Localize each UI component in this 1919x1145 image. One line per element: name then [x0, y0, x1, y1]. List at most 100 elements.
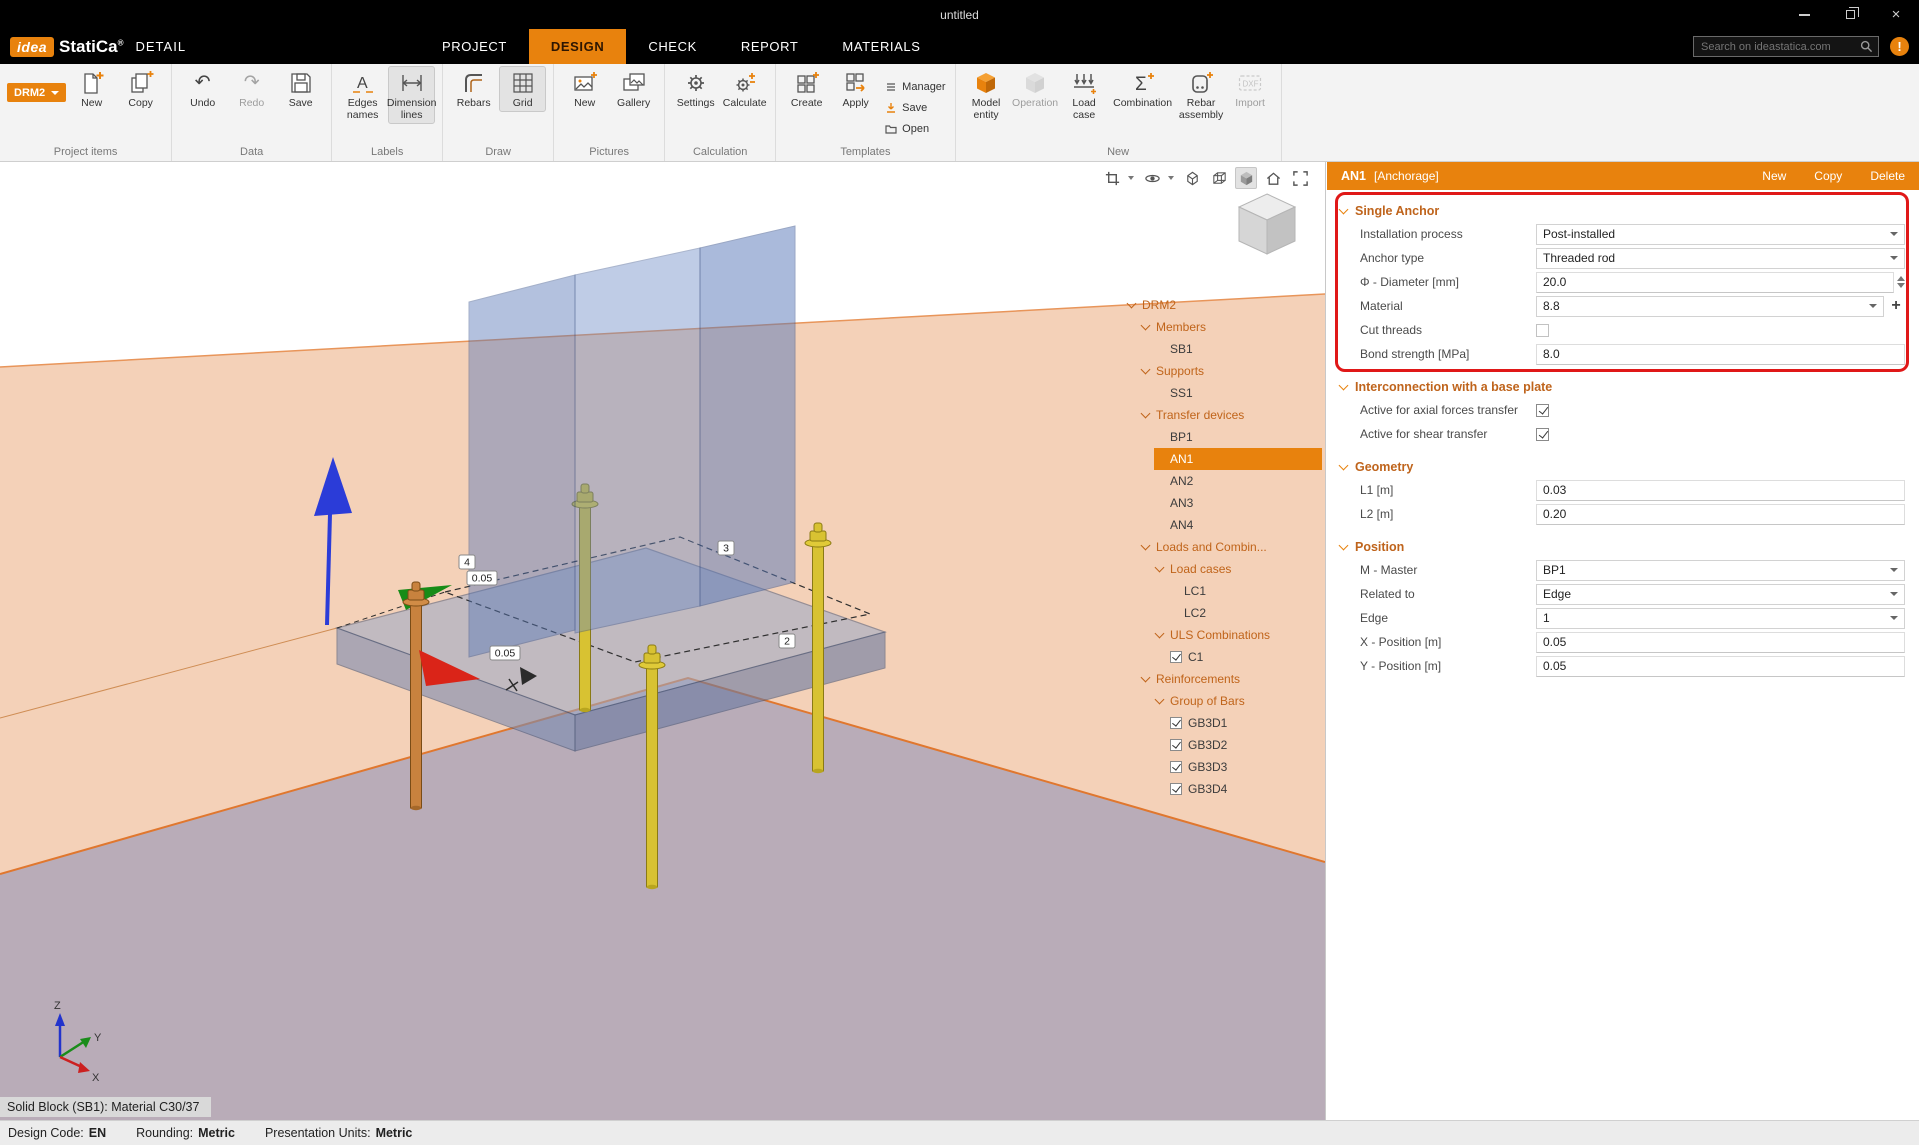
- combination-button[interactable]: Σ Combination: [1110, 66, 1176, 112]
- section-geometry[interactable]: Geometry: [1327, 456, 1919, 478]
- related-to-dropdown[interactable]: Edge: [1536, 584, 1905, 605]
- template-manager-button[interactable]: Manager: [885, 78, 945, 95]
- home-view-button[interactable]: [1262, 167, 1284, 189]
- x-position-input[interactable]: [1536, 632, 1905, 653]
- tree-item-gb3d2[interactable]: GB3D2: [1126, 734, 1322, 756]
- wireframe-view-button[interactable]: [1208, 167, 1230, 189]
- diameter-input[interactable]: [1536, 272, 1894, 293]
- grid-button[interactable]: Grid: [499, 66, 546, 112]
- tree-item-gb3d4[interactable]: GB3D4: [1126, 778, 1322, 800]
- undo-button[interactable]: ↶ Undo: [179, 66, 226, 112]
- template-save-button[interactable]: Save: [885, 99, 945, 116]
- create-template-button[interactable]: Create: [783, 66, 830, 112]
- tree-item-an1-selected[interactable]: AN1: [1154, 448, 1322, 470]
- tree-item-bp1[interactable]: BP1: [1126, 426, 1322, 448]
- tree-item-gb3d3[interactable]: GB3D3: [1126, 756, 1322, 778]
- y-position-input[interactable]: [1536, 656, 1905, 677]
- diameter-spinner[interactable]: [1897, 276, 1905, 288]
- axial-transfer-checkbox[interactable]: [1536, 404, 1549, 417]
- tree-item-lc1[interactable]: LC1: [1126, 580, 1322, 602]
- redo-button[interactable]: ↷ Redo: [228, 66, 275, 112]
- tree-item-group-of-bars[interactable]: Group of Bars: [1126, 690, 1322, 712]
- zoom-fit-button[interactable]: [1289, 167, 1311, 189]
- settings-button[interactable]: Settings: [672, 66, 719, 112]
- steel-column[interactable]: [469, 226, 795, 657]
- copy-project-item-button[interactable]: Copy: [117, 66, 164, 112]
- calculate-button[interactable]: Calculate: [721, 66, 768, 112]
- chevron-down-icon[interactable]: [1128, 176, 1134, 180]
- edges-names-button[interactable]: A Edges names: [339, 66, 386, 124]
- tree-item-c1[interactable]: C1: [1126, 646, 1322, 668]
- installation-process-dropdown[interactable]: Post-installed: [1536, 224, 1905, 245]
- template-open-button[interactable]: Open: [885, 120, 945, 137]
- tree-item-lc2[interactable]: LC2: [1126, 602, 1322, 624]
- close-button[interactable]: ×: [1873, 0, 1919, 29]
- l2-input[interactable]: [1536, 504, 1905, 525]
- chevron-down-icon[interactable]: [1168, 176, 1174, 180]
- tree-item-members[interactable]: Members: [1126, 316, 1322, 338]
- add-material-button[interactable]: +: [1887, 297, 1905, 315]
- section-position[interactable]: Position: [1327, 536, 1919, 558]
- tree-item-ss1[interactable]: SS1: [1126, 382, 1322, 404]
- checkbox-checked[interactable]: [1170, 717, 1182, 729]
- new-project-item-button[interactable]: New: [68, 66, 115, 112]
- tab-report[interactable]: REPORT: [719, 29, 821, 64]
- tab-check[interactable]: CHECK: [626, 29, 719, 64]
- checkbox-checked[interactable]: [1170, 651, 1182, 663]
- axonometry-view-button[interactable]: [1181, 167, 1203, 189]
- shear-transfer-checkbox[interactable]: [1536, 428, 1549, 441]
- section-interconnection[interactable]: Interconnection with a base plate: [1327, 376, 1919, 398]
- new-picture-button[interactable]: New: [561, 66, 608, 112]
- navigation-cube[interactable]: [1231, 188, 1303, 260]
- checkbox-checked[interactable]: [1170, 783, 1182, 795]
- rebar-assembly-button[interactable]: Rebar assembly: [1178, 66, 1225, 124]
- orbit-button[interactable]: [1141, 167, 1163, 189]
- panel-new-button[interactable]: New: [1762, 169, 1786, 183]
- crop-view-button[interactable]: [1101, 167, 1123, 189]
- panel-delete-button[interactable]: Delete: [1870, 169, 1905, 183]
- rebars-button[interactable]: Rebars: [450, 66, 497, 112]
- search-input[interactable]: [1699, 40, 1860, 54]
- tree-item-an3[interactable]: AN3: [1126, 492, 1322, 514]
- dimension-lines-button[interactable]: Dimension lines: [388, 66, 435, 124]
- panel-copy-button[interactable]: Copy: [1814, 169, 1842, 183]
- edge-dropdown[interactable]: 1: [1536, 608, 1905, 629]
- master-dropdown[interactable]: BP1: [1536, 560, 1905, 581]
- tree-item-gb3d1[interactable]: GB3D1: [1126, 712, 1322, 734]
- material-dropdown[interactable]: 8.8: [1536, 296, 1884, 317]
- maximize-button[interactable]: [1827, 0, 1873, 29]
- tree-item-an2[interactable]: AN2: [1126, 470, 1322, 492]
- model-entity-button[interactable]: Model entity: [963, 66, 1010, 124]
- notification-icon[interactable]: !: [1890, 37, 1909, 56]
- tree-item-sb1[interactable]: SB1: [1126, 338, 1322, 360]
- tree-item-supports[interactable]: Supports: [1126, 360, 1322, 382]
- tree-item-transfer-devices[interactable]: Transfer devices: [1126, 404, 1322, 426]
- tree-item-drm2[interactable]: DRM2: [1126, 294, 1322, 316]
- bond-strength-input[interactable]: [1536, 344, 1905, 365]
- 3d-viewport[interactable]: 4 0.05 0.05 3 2: [0, 162, 1326, 1120]
- checkbox-checked[interactable]: [1170, 761, 1182, 773]
- tree-item-loads-and-combinations[interactable]: Loads and Combin...: [1126, 536, 1322, 558]
- tab-materials[interactable]: MATERIALS: [820, 29, 942, 64]
- l1-input[interactable]: [1536, 480, 1905, 501]
- save-button[interactable]: Save: [277, 66, 324, 112]
- project-item-selector[interactable]: DRM2: [7, 83, 66, 102]
- cut-threads-checkbox[interactable]: [1536, 324, 1549, 337]
- tree-item-uls-combinations[interactable]: ULS Combinations: [1126, 624, 1322, 646]
- tab-project[interactable]: PROJECT: [420, 29, 529, 64]
- gallery-button[interactable]: Gallery: [610, 66, 657, 112]
- tree-item-load-cases[interactable]: Load cases: [1126, 558, 1322, 580]
- dxf-import-button[interactable]: DXF Import: [1227, 66, 1274, 112]
- tree-item-reinforcements[interactable]: Reinforcements: [1126, 668, 1322, 690]
- shaded-view-button[interactable]: [1235, 167, 1257, 189]
- load-case-button[interactable]: Load case: [1061, 66, 1108, 124]
- operation-button[interactable]: Operation: [1012, 66, 1059, 112]
- spinner-up-icon[interactable]: [1897, 276, 1905, 281]
- apply-template-button[interactable]: Apply: [832, 66, 879, 112]
- tree-item-an4[interactable]: AN4: [1126, 514, 1322, 536]
- section-single-anchor[interactable]: Single Anchor: [1327, 200, 1919, 222]
- checkbox-checked[interactable]: [1170, 739, 1182, 751]
- spinner-down-icon[interactable]: [1897, 283, 1905, 288]
- tab-design[interactable]: DESIGN: [529, 29, 626, 64]
- anchor-type-dropdown[interactable]: Threaded rod: [1536, 248, 1905, 269]
